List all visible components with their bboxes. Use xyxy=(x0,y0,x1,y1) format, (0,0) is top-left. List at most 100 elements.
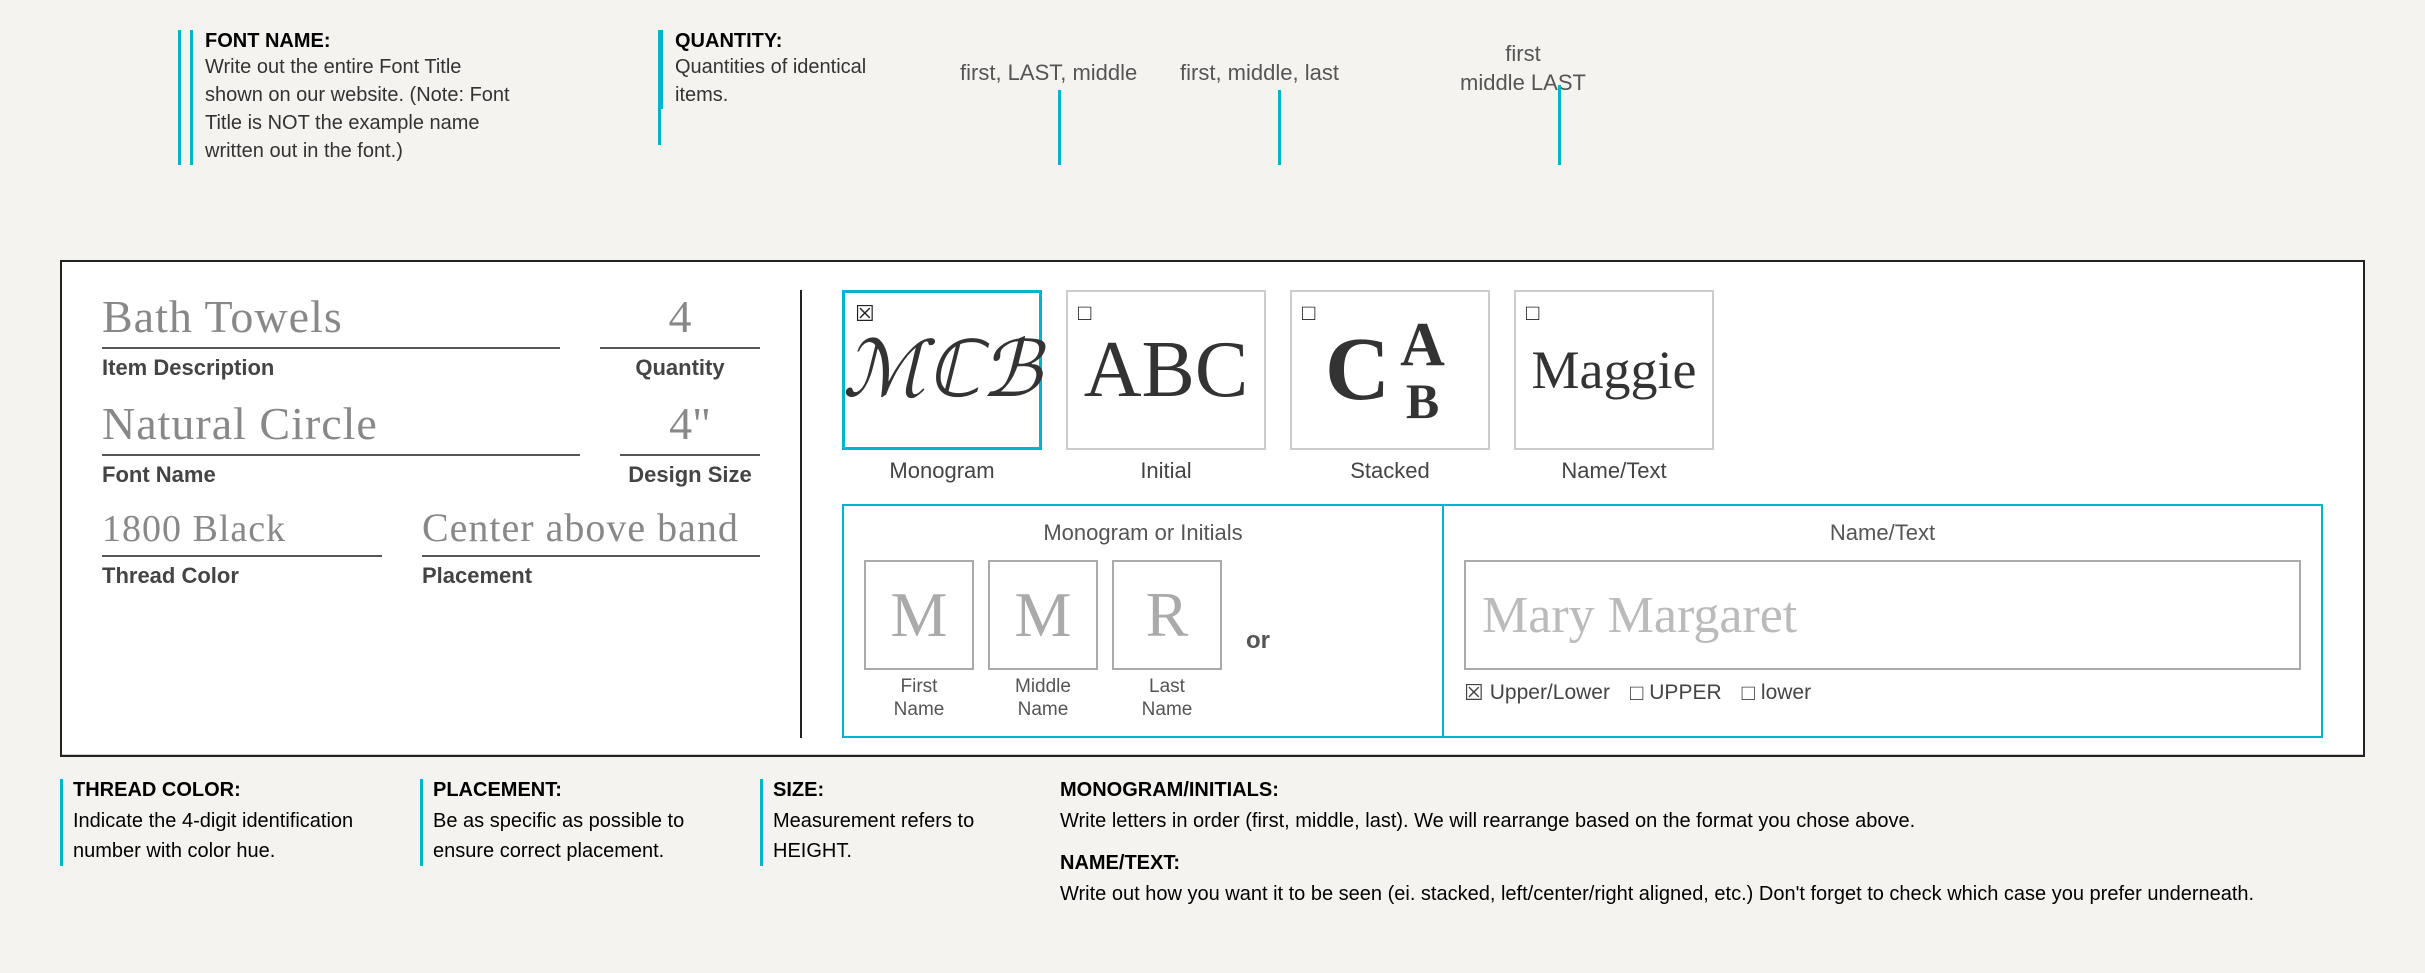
monogram-display: ℳℂℬ xyxy=(842,325,1041,415)
monogram-section-header: Monogram or Initials xyxy=(864,520,1422,546)
stacked-label: Stacked xyxy=(1350,458,1430,484)
first-name-wrapper: M FirstName xyxy=(864,560,974,722)
last-initial-box[interactable]: R xyxy=(1112,560,1222,670)
nametext-checkbox: □ xyxy=(1526,300,1539,326)
thread-placement-row: 1800 Black Thread Color Center above ban… xyxy=(102,504,760,589)
style-option-stacked[interactable]: □ ACB Stacked xyxy=(1290,290,1490,484)
style-box-monogram[interactable]: ☒ ℳℂℬ xyxy=(842,290,1042,450)
first-initial-label: FirstName xyxy=(894,676,945,722)
monogram-checkbox: ☒ xyxy=(855,301,875,327)
vline-quantity xyxy=(658,30,661,145)
case-upper-lower-label: Upper/Lower xyxy=(1490,681,1610,705)
case-lower-checkbox[interactable] xyxy=(1742,680,1755,706)
bann-placement: PLACEMENT: Be as specific as possible to… xyxy=(400,779,740,909)
order-label-2: first, middle, last xyxy=(1180,60,1339,86)
form-top-row: Bath Towels Item Description 4 Quantity … xyxy=(62,262,2363,755)
bann-placement-content: PLACEMENT: Be as specific as possible to… xyxy=(420,779,740,866)
bann-size-title: SIZE: xyxy=(773,779,824,801)
middle-initial-box[interactable]: M xyxy=(988,560,1098,670)
monogram-initials-section: Monogram or Initials M FirstName M xyxy=(844,506,1444,736)
bann-size: SIZE: Measurement refers to HEIGHT. xyxy=(740,779,1040,909)
vline-font-name xyxy=(178,30,181,165)
style-box-nametext[interactable]: □ Maggie xyxy=(1514,290,1714,450)
bann-placement-desc: Be as specific as possible to ensure cor… xyxy=(433,806,740,866)
name-text-section-header: Name/Text xyxy=(1464,520,2301,546)
top-annotation-area: FONT NAME: Write out the entire Font Tit… xyxy=(60,30,2365,160)
bann-thread-color: THREAD COLOR: Indicate the 4-digit ident… xyxy=(60,779,400,909)
quantity-field: 4 Quantity xyxy=(600,290,760,381)
name-text-section: Name/Text Mary Margaret Upper/Lower xyxy=(1444,506,2321,736)
case-upper-lower-checkbox[interactable] xyxy=(1464,680,1484,706)
vline-order3 xyxy=(1558,85,1561,165)
style-option-monogram[interactable]: ☒ ℳℂℬ Monogram xyxy=(842,290,1042,484)
or-separator: or xyxy=(1246,627,1270,655)
quantity-value: 4 xyxy=(600,290,760,349)
font-name-value: Natural Circle xyxy=(102,397,580,456)
order-label-3: first middle LAST xyxy=(1460,40,1586,97)
vline-order1 xyxy=(1058,90,1061,165)
case-lower-label: lower xyxy=(1761,681,1811,705)
initials-inputs-row: M FirstName M MiddleName xyxy=(864,560,1422,722)
quantity-label: Quantity xyxy=(600,355,760,381)
first-initial-box[interactable]: M xyxy=(864,560,974,670)
bann-nametext-desc: Write out how you want it to be seen (ei… xyxy=(1060,879,2365,909)
middle-name-wrapper: M MiddleName xyxy=(988,560,1098,722)
quantity-ann-title: QUANTITY: xyxy=(675,30,782,52)
design-size-label: Design Size xyxy=(620,462,760,488)
item-qty-row: Bath Towels Item Description 4 Quantity xyxy=(102,290,760,381)
bann-nametext-title: NAME/TEXT: xyxy=(1060,852,1180,874)
style-option-initial[interactable]: □ ABC Initial xyxy=(1066,290,1266,484)
quantity-annotation: QUANTITY: Quantities of identical items. xyxy=(660,30,875,109)
style-options-row: ☒ ℳℂℬ Monogram □ ABC Initial xyxy=(842,290,2323,484)
last-initial-value: R xyxy=(1146,578,1189,652)
quantity-ann-desc: Quantities of identical items. xyxy=(675,53,875,109)
font-size-row: Natural Circle Font Name 4" Design Size xyxy=(102,397,760,488)
font-name-annotation: FONT NAME: Write out the entire Font Tit… xyxy=(190,30,515,165)
bann-placement-title: PLACEMENT: xyxy=(433,779,562,801)
case-options-row: Upper/Lower UPPER lower xyxy=(1464,680,2301,706)
item-description-value: Bath Towels xyxy=(102,290,560,349)
middle-initial-label: MiddleName xyxy=(1015,676,1071,722)
style-box-stacked[interactable]: □ ACB xyxy=(1290,290,1490,450)
case-upper-option[interactable]: UPPER xyxy=(1630,680,1722,706)
style-option-nametext[interactable]: □ Maggie Name/Text xyxy=(1514,290,1714,484)
name-text-placeholder: Mary Margaret xyxy=(1482,586,1797,645)
font-name-field: Natural Circle Font Name xyxy=(102,397,580,488)
placement-value: Center above band xyxy=(422,504,760,557)
input-section: Monogram or Initials M FirstName M xyxy=(842,504,2323,738)
design-size-value: 4" xyxy=(620,397,760,456)
last-name-wrapper: R LastName xyxy=(1112,560,1222,722)
case-lower-option[interactable]: lower xyxy=(1742,680,1811,706)
initial-label: Initial xyxy=(1140,458,1191,484)
thread-color-value: 1800 Black xyxy=(102,507,382,557)
design-size-field: 4" Design Size xyxy=(620,397,760,488)
bann-monogram-title: MONOGRAM/INITIALS: xyxy=(1060,779,1279,801)
bann-monogram-desc: Write letters in order (first, middle, l… xyxy=(1060,806,2365,836)
item-description-label: Item Description xyxy=(102,355,560,381)
middle-initial-value: M xyxy=(1015,578,1072,652)
main-form: Bath Towels Item Description 4 Quantity … xyxy=(60,260,2365,757)
first-initial-value: M xyxy=(891,578,948,652)
initial-checkbox: □ xyxy=(1078,300,1091,326)
bann-thread-color-content: THREAD COLOR: Indicate the 4-digit ident… xyxy=(60,779,400,866)
page-wrapper: FONT NAME: Write out the entire Font Tit… xyxy=(0,0,2425,973)
bann-thread-title: THREAD COLOR: xyxy=(73,779,241,801)
thread-color-field: 1800 Black Thread Color xyxy=(102,507,382,589)
nametext-display: Maggie xyxy=(1532,339,1697,401)
form-right-section: ☒ ℳℂℬ Monogram □ ABC Initial xyxy=(802,290,2323,738)
name-text-input-box[interactable]: Mary Margaret xyxy=(1464,560,2301,670)
case-upper-lower-option[interactable]: Upper/Lower xyxy=(1464,680,1610,706)
thread-color-label: Thread Color xyxy=(102,563,382,589)
bottom-annotations: THREAD COLOR: Indicate the 4-digit ident… xyxy=(60,779,2365,909)
case-upper-label: UPPER xyxy=(1649,681,1721,705)
font-name-ann-title: FONT NAME: xyxy=(205,30,331,52)
font-name-ann-desc: Write out the entire Font Title shown on… xyxy=(205,53,515,165)
placement-field: Center above band Placement xyxy=(422,504,760,589)
style-box-initial[interactable]: □ ABC xyxy=(1066,290,1266,450)
last-initial-label: LastName xyxy=(1142,676,1193,722)
placement-label: Placement xyxy=(422,563,760,589)
stacked-display: ACB xyxy=(1325,314,1455,426)
bann-size-content: SIZE: Measurement refers to HEIGHT. xyxy=(760,779,1040,866)
vline-order2 xyxy=(1278,90,1281,165)
case-upper-checkbox[interactable] xyxy=(1630,680,1643,706)
